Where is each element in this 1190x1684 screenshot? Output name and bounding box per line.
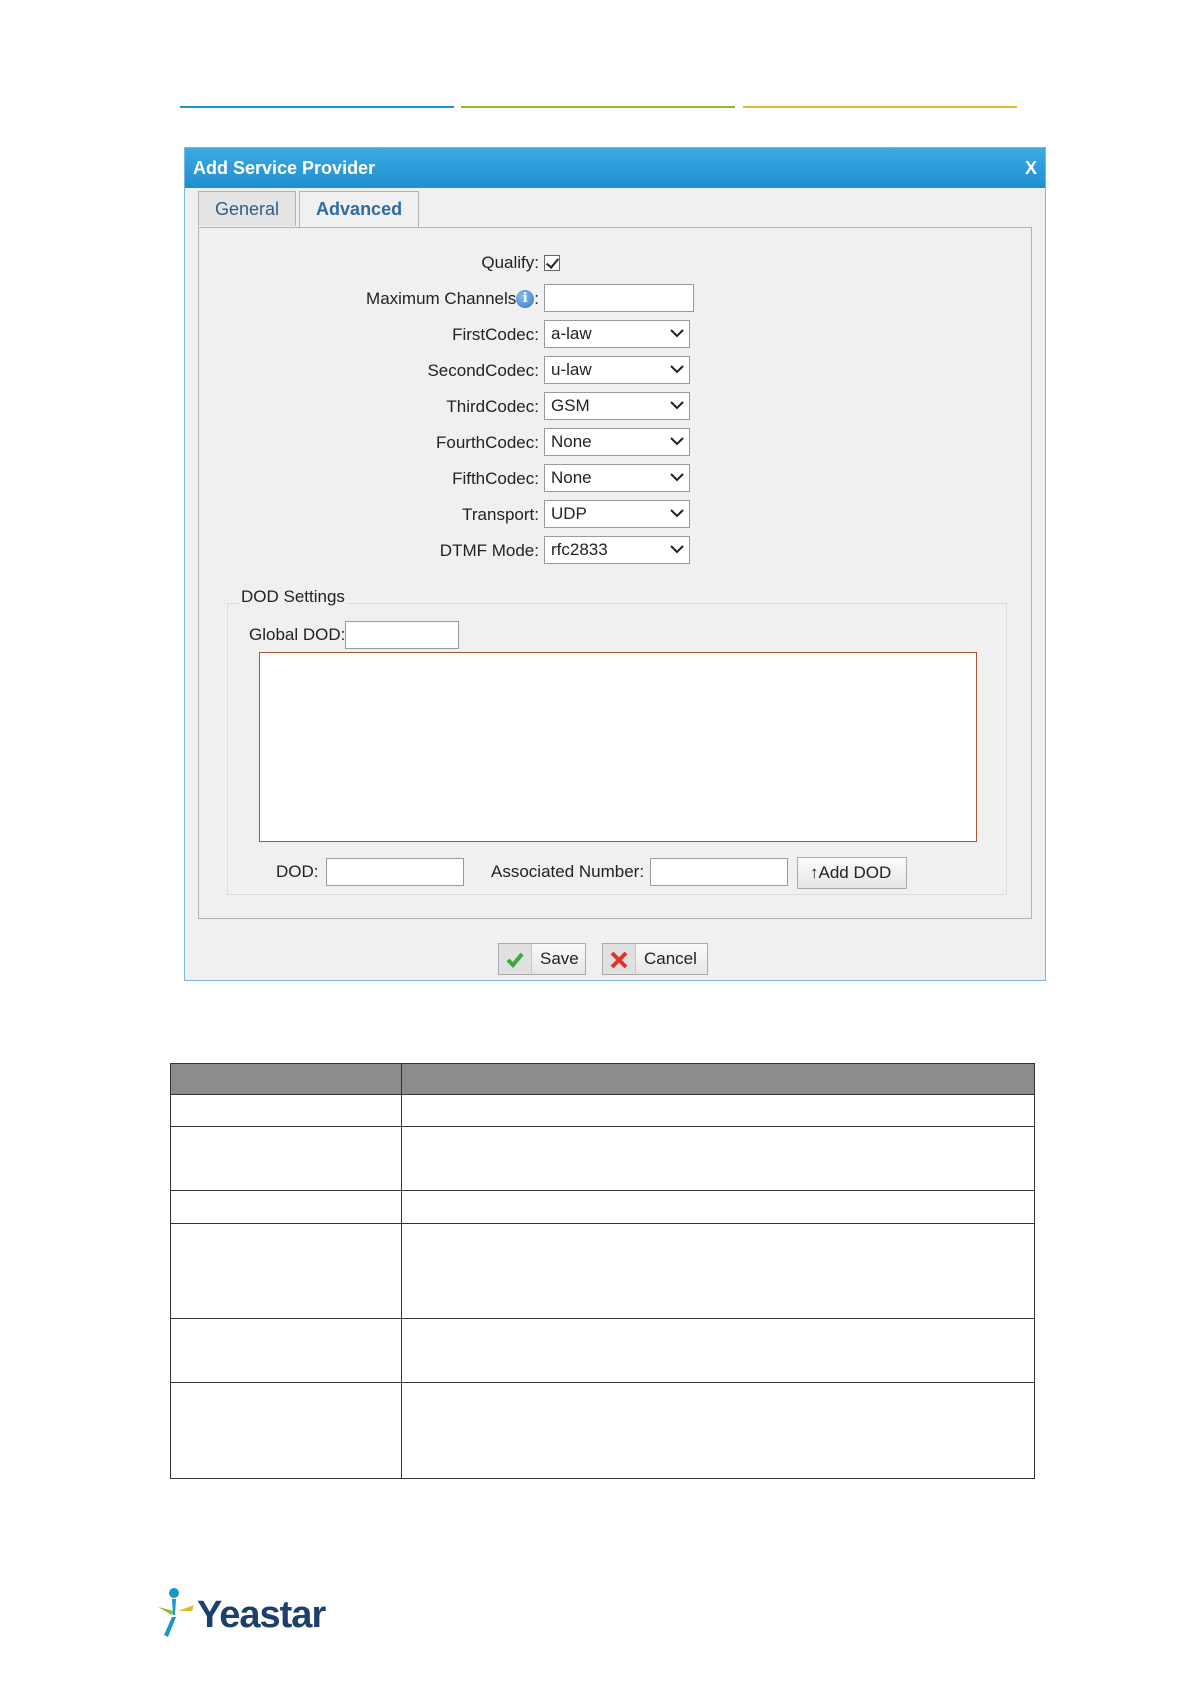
dod-input[interactable] [326,858,464,886]
dtmf-label: DTMF Mode: [439,541,539,560]
table-row [170,1223,1035,1319]
header-rule-green [461,106,735,108]
associated-number-label: Associated Number: [491,862,645,881]
fourth-codec-label: FourthCodec: [435,433,539,452]
add-service-provider-dialog: Add Service Provider X General Advanced … [184,147,1046,981]
max-channels-label: Maximum Channels i: [366,289,539,308]
qualify-checkbox[interactable] [544,255,560,271]
associated-number-input[interactable] [650,858,788,886]
chevron-down-icon [670,401,684,410]
info-icon[interactable]: i [516,290,535,308]
fourth-codec-select[interactable]: None [544,428,690,456]
transport-label: Transport: [462,505,539,524]
close-button[interactable]: X [1025,148,1037,188]
dialog-title: Add Service Provider [193,158,376,178]
tab-advanced[interactable]: Advanced [299,191,420,228]
save-button[interactable]: Save [498,943,586,975]
dod-settings-legend: DOD Settings [239,587,347,607]
second-codec-label: SecondCodec: [427,361,539,380]
brand-name: Yeastar [197,1594,326,1636]
qualify-label: Qualify: [481,253,539,272]
table-row [170,1318,1035,1383]
tab-general[interactable]: General [198,191,297,226]
second-codec-row: SecondCodec: u-law [199,356,1033,386]
checkmark-icon [499,944,532,974]
fifth-codec-row: FifthCodec: None [199,464,1033,494]
chevron-down-icon [670,545,684,554]
qualify-row: Qualify: [199,248,1033,278]
chevron-down-icon [670,437,684,446]
third-codec-label: ThirdCodec: [446,397,539,416]
max-channels-input[interactable] [544,284,694,312]
tab-bar: General Advanced [198,191,422,228]
fourth-codec-row: FourthCodec: None [199,428,1033,458]
first-codec-row: FirstCodec: a-law [199,320,1033,350]
fifth-codec-select[interactable]: None [544,464,690,492]
third-codec-select[interactable]: GSM [544,392,690,420]
header-rule-blue [180,106,454,108]
advanced-panel: Qualify: Maximum Channels i: FirstCodec: … [198,227,1032,919]
cancel-button[interactable]: Cancel [602,943,708,975]
max-channels-row: Maximum Channels i: [199,284,1033,314]
add-dod-button[interactable]: ↑Add DOD [797,857,907,889]
cross-icon [603,944,636,974]
first-codec-select[interactable]: a-law [544,320,690,348]
table-header-row [170,1063,1035,1095]
third-codec-row: ThirdCodec: GSM [199,392,1033,422]
fifth-codec-label: FifthCodec: [452,469,539,488]
table-row [170,1094,1035,1127]
yeastar-logo-icon [158,1588,194,1637]
first-codec-label: FirstCodec: [452,325,539,344]
chevron-down-icon [670,365,684,374]
table-row [170,1382,1035,1479]
dialog-titlebar: Add Service Provider X [185,148,1045,188]
transport-row: Transport: UDP [199,500,1033,530]
dod-label: DOD: [276,862,319,881]
table-row [170,1126,1035,1191]
dtmf-select[interactable]: rfc2833 [544,536,690,564]
second-codec-select[interactable]: u-law [544,356,690,384]
dod-list-box[interactable] [259,652,977,842]
parameter-table [170,1063,1035,1479]
dtmf-row: DTMF Mode: rfc2833 [199,536,1033,566]
transport-select[interactable]: UDP [544,500,690,528]
chevron-down-icon [670,509,684,518]
global-dod-label: Global DOD: [249,625,346,644]
global-dod-input[interactable] [345,621,459,649]
table-row [170,1190,1035,1224]
header-rule-yellow [743,106,1017,108]
chevron-down-icon [670,473,684,482]
chevron-down-icon [670,329,684,338]
